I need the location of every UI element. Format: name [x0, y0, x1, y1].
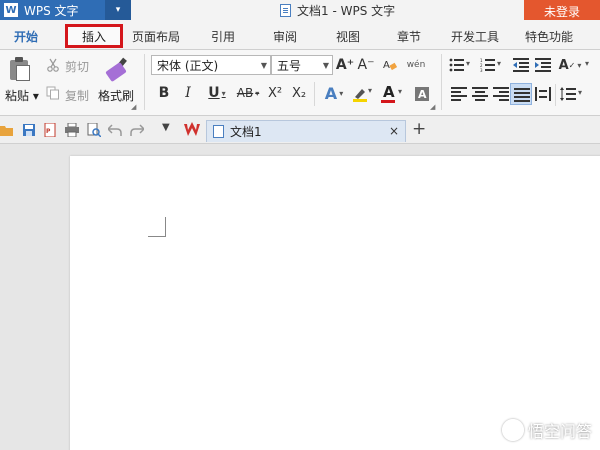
font-color-letter: A [383, 83, 395, 101]
superscript-button[interactable]: X² [266, 84, 284, 102]
margin-corner-mark [148, 217, 166, 237]
redo-icon[interactable] [130, 123, 144, 137]
numbered-list-icon[interactable]: 123 [480, 58, 496, 72]
bold-button[interactable]: B [156, 84, 172, 102]
tab-home[interactable]: 开始 [14, 28, 38, 45]
distributed-align-icon[interactable] [535, 87, 551, 101]
title-bar: W WPS 文字 ▾ 文档1 - WPS 文字 未登录 [0, 0, 600, 22]
font-name-select[interactable]: 宋体 (正文) ▼ [151, 55, 271, 75]
chevron-down-icon[interactable]: ▾ [105, 0, 131, 20]
wps-logo-icon: W [4, 3, 18, 17]
wukong-logo-icon [501, 419, 524, 441]
print-icon[interactable] [65, 123, 79, 137]
tab-review[interactable]: 审阅 [273, 28, 297, 45]
window-title: 文档1 - WPS 文字 [280, 0, 395, 20]
strikethrough-button[interactable]: AB [234, 84, 262, 102]
svg-text:P: P [46, 128, 51, 135]
open-folder-icon[interactable] [0, 123, 14, 137]
subscript-button[interactable]: X₂ [290, 84, 308, 102]
format-painter-icon[interactable] [105, 56, 129, 83]
decrease-indent-icon[interactable] [513, 58, 529, 72]
clear-format-icon[interactable]: A [383, 58, 397, 72]
export-pdf-icon[interactable]: P [43, 123, 57, 137]
undo-icon[interactable] [108, 123, 122, 137]
document-icon [280, 3, 291, 17]
chevron-down-icon[interactable]: ▾ [578, 88, 582, 97]
underline-button[interactable]: U [204, 84, 230, 102]
chinese-layout-button[interactable]: A ✓ [558, 56, 582, 74]
align-right-icon[interactable] [493, 87, 509, 101]
chevron-down-icon[interactable]: ▾ [585, 59, 589, 68]
chevron-down-icon[interactable]: ▾ [466, 59, 470, 68]
watermark: 悟空问答 [501, 418, 592, 442]
tab-view[interactable]: 视图 [336, 28, 360, 45]
font-size-select[interactable]: 五号 ▼ [271, 55, 333, 75]
svg-text:A: A [418, 88, 427, 101]
tab-chapter[interactable]: 章节 [397, 28, 421, 45]
window-title-text: 文档1 - WPS 文字 [297, 3, 396, 18]
chevron-down-icon[interactable]: ▾ [497, 59, 501, 68]
font-color-button[interactable]: A ▾ [380, 83, 406, 105]
chevron-down-icon: ▾ [398, 87, 403, 96]
tab-insert[interactable]: 插入 [65, 24, 123, 48]
align-left-icon[interactable] [451, 87, 467, 101]
app-menu-button[interactable]: W WPS 文字 ▾ [0, 0, 131, 20]
document-page[interactable] [70, 156, 600, 450]
save-icon[interactable] [22, 123, 36, 137]
tab-insert-label: 插入 [81, 29, 106, 44]
dialog-launcher-icon[interactable]: ◢ [131, 103, 136, 111]
line-spacing-icon[interactable] [560, 87, 576, 101]
new-tab-button[interactable]: + [412, 119, 426, 139]
wps-logo-icon[interactable] [184, 122, 200, 138]
document-icon [213, 125, 224, 138]
shrink-font-button[interactable]: A⁻ [358, 57, 375, 73]
chevron-down-icon[interactable]: ▾ [368, 86, 372, 95]
grow-font-button[interactable]: A⁺ [336, 57, 354, 73]
copy-button[interactable]: 复制 [65, 87, 89, 104]
increase-indent-icon[interactable] [535, 58, 551, 72]
pinyin-guide-button[interactable]: wén [405, 54, 427, 76]
login-button[interactable]: 未登录 [524, 0, 600, 22]
document-tab-name: 文档1 [230, 125, 262, 139]
paste-icon[interactable] [10, 56, 32, 82]
svg-text:A: A [383, 60, 390, 71]
text-effect-button[interactable]: A [320, 83, 348, 103]
close-icon[interactable]: × [389, 124, 399, 138]
justify-button[interactable] [510, 83, 532, 105]
italic-button[interactable]: I [180, 84, 196, 102]
customize-toolbar-icon[interactable]: ▼ [162, 122, 170, 133]
tab-references[interactable]: 引用 [211, 28, 235, 45]
character-shading-icon[interactable]: A [414, 86, 430, 102]
ribbon-toolbar: 粘贴 ▾ 剪切 复制 格式刷 ◢ 宋体 (正文) ▼ 五号 ▼ A⁺ A⁻ A wé… [0, 50, 600, 116]
cut-button[interactable]: 剪切 [65, 58, 89, 75]
tab-special-features[interactable]: 特色功能 [525, 28, 573, 45]
highlighter-icon[interactable] [352, 86, 368, 102]
align-center-icon[interactable] [472, 87, 488, 101]
paste-button[interactable]: 粘贴 ▾ [5, 87, 39, 104]
copy-icon[interactable] [46, 86, 60, 100]
format-painter-button[interactable]: 格式刷 [98, 87, 134, 104]
font-color-bar [381, 100, 395, 103]
tab-page-layout[interactable]: 页面布局 [132, 28, 180, 45]
print-preview-icon[interactable] [87, 123, 101, 137]
svg-text:3: 3 [480, 68, 483, 72]
dialog-launcher-icon[interactable]: ◢ [430, 103, 435, 111]
tab-developer[interactable]: 开发工具 [451, 28, 499, 45]
justify-icon [514, 88, 530, 102]
watermark-text: 悟空问答 [527, 422, 592, 441]
app-name: WPS 文字 [24, 3, 79, 18]
document-tab[interactable]: 文档1 × [206, 120, 406, 142]
scissors-icon[interactable] [46, 58, 60, 72]
bullet-list-icon[interactable] [449, 58, 465, 72]
